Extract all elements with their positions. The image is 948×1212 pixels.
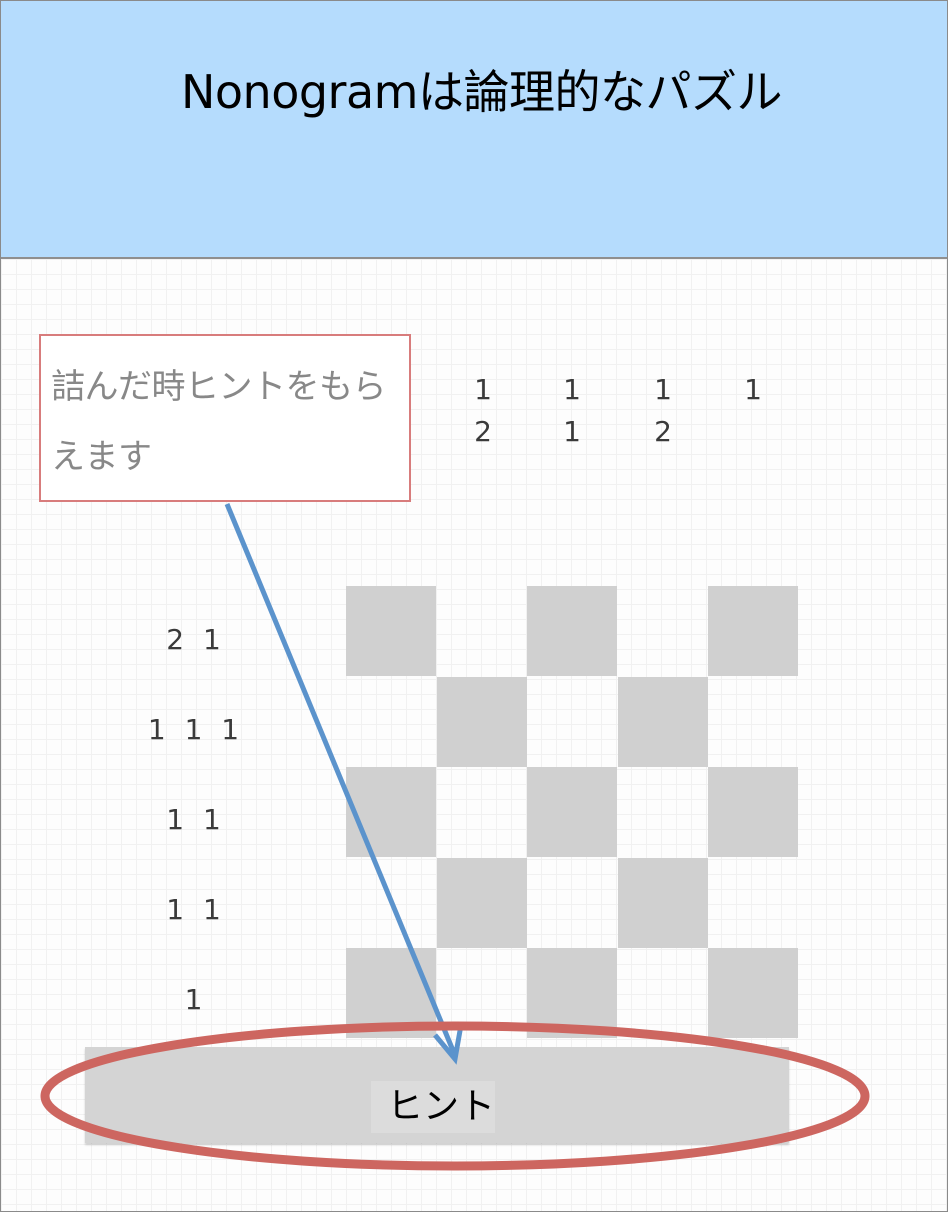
- annotation-overlay: [40, 503, 870, 1171]
- app-frame: Nonogramは論理的なパズル 1 2 1 1 1 2 1 2 1 1 1 1…: [0, 0, 948, 1212]
- annotation-arrow-line: [224, 503, 457, 1054]
